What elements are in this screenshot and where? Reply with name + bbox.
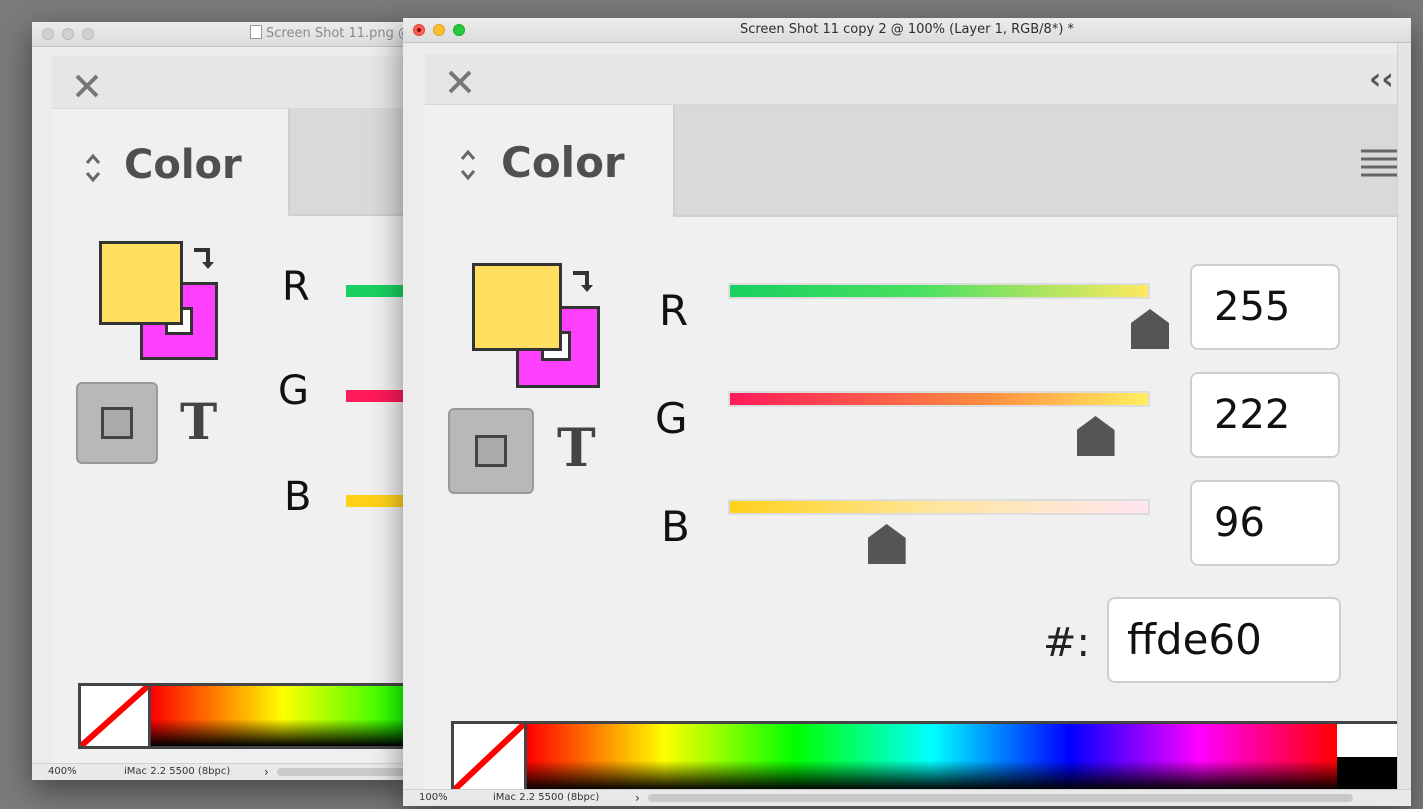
slider-track-g[interactable] (728, 391, 1150, 407)
slider-track-r[interactable] (728, 283, 1150, 299)
front-document-window: Screen Shot 11 copy 2 @ 100% (Layer 1, R… (403, 18, 1411, 806)
front-status-arrow[interactable]: › (635, 790, 640, 806)
spectrum-gradient[interactable] (151, 686, 412, 746)
back-fill-swatch[interactable] (99, 241, 183, 325)
slider-track-b[interactable] (728, 499, 1150, 515)
hex-value: ffde60 (1127, 615, 1262, 664)
back-zoom-readout[interactable]: 400% (48, 764, 77, 780)
spectrum-gradient[interactable] (527, 724, 1337, 790)
back-horizontal-scrollbar[interactable] (277, 768, 407, 776)
back-zoom-dot[interactable] (82, 28, 94, 40)
hex-label: #: (1043, 620, 1090, 666)
front-spectrum-bar[interactable] (451, 721, 1397, 790)
back-tab-color[interactable]: Color (52, 109, 290, 216)
back-label-r: R (282, 264, 310, 310)
back-title-bar[interactable]: Screen Shot 11.png @ (32, 22, 412, 47)
white-black-swatch[interactable] (1337, 724, 1397, 790)
label-b: B (661, 502, 690, 551)
front-window-title: Screen Shot 11 copy 2 @ 100% (Layer 1, R… (739, 22, 1075, 37)
back-text-toggle[interactable]: T (180, 392, 217, 451)
back-document-window: Screen Shot 11.png @ Color T R G B 400% … (32, 22, 412, 780)
slider-thumb-r[interactable] (1131, 309, 1169, 349)
front-horizontal-scrollbar[interactable] (648, 794, 1353, 802)
swap-colors-icon[interactable] (569, 265, 595, 293)
slider-thumb-g[interactable] (1076, 416, 1115, 456)
value-r: 255 (1214, 284, 1291, 330)
back-color-panel: Color T R G B (52, 56, 412, 764)
slider-thumb-b[interactable] (867, 524, 906, 564)
front-tab-label: Color (501, 138, 625, 187)
value-field-r[interactable]: 255 (1190, 264, 1340, 350)
chevron-updown-icon (85, 153, 101, 183)
object-swatch-icon (475, 435, 507, 467)
object-swatch-icon (101, 407, 133, 439)
front-status-bar: 100% iMac 2.2 5500 (8bpc) › (403, 789, 1411, 806)
front-text-toggle[interactable]: T (557, 418, 596, 479)
hex-field[interactable]: ffde60 (1107, 597, 1341, 683)
swap-colors-icon[interactable] (190, 242, 216, 270)
back-spectrum-bar[interactable] (78, 683, 412, 749)
front-zoom-readout[interactable]: 100% (419, 790, 448, 806)
back-traffic-lights (42, 28, 94, 40)
front-vertical-scrollbar[interactable] (1397, 43, 1411, 790)
front-fill-swatch[interactable] (472, 263, 562, 351)
front-minimize-dot[interactable] (433, 24, 445, 36)
front-title-bar[interactable]: Screen Shot 11 copy 2 @ 100% (Layer 1, R… (403, 18, 1411, 43)
front-close-dot[interactable] (413, 24, 425, 36)
value-field-b[interactable]: 96 (1190, 480, 1340, 566)
front-traffic-lights (413, 24, 465, 36)
back-label-b: B (284, 474, 312, 520)
front-color-panel: ‹‹ Color T R G B 255 222 96 #: ffde60 (425, 54, 1397, 790)
back-window-title: Screen Shot 11.png @ (250, 22, 411, 46)
back-label-g: G (278, 368, 309, 414)
value-field-g[interactable]: 222 (1190, 372, 1340, 458)
front-zoom-dot[interactable] (453, 24, 465, 36)
front-fill-stroke-toggle[interactable] (448, 408, 534, 494)
back-status-arrow[interactable]: › (264, 764, 269, 780)
none-swatch[interactable] (454, 724, 527, 790)
back-panel-header (52, 56, 412, 109)
back-close-dot[interactable] (42, 28, 54, 40)
back-fill-stroke-toggle[interactable] (76, 382, 158, 464)
collapse-panel-icon[interactable]: ‹‹ (1369, 62, 1394, 97)
close-icon[interactable] (74, 73, 100, 99)
value-b: 96 (1214, 500, 1265, 546)
front-tab-color[interactable]: Color (425, 105, 675, 217)
back-tab-row: Color (52, 109, 412, 216)
back-tab-label: Color (124, 142, 242, 188)
label-r: R (659, 286, 689, 335)
front-profile-readout: iMac 2.2 5500 (8bpc) (493, 792, 600, 803)
back-profile-readout: iMac 2.2 5500 (8bpc) (124, 766, 231, 777)
back-status-bar: 400% iMac 2.2 5500 (8bpc) › (32, 763, 412, 780)
none-swatch[interactable] (81, 686, 151, 746)
label-g: G (655, 394, 688, 443)
value-g: 222 (1214, 392, 1291, 438)
panel-menu-icon[interactable] (1361, 147, 1397, 181)
close-icon[interactable] (447, 69, 473, 95)
back-minimize-dot[interactable] (62, 28, 74, 40)
back-window-title-text: Screen Shot 11.png @ (266, 26, 412, 41)
front-tab-row: Color (425, 105, 1397, 217)
chevron-updown-icon (460, 149, 476, 181)
document-icon (250, 25, 262, 39)
front-panel-header: ‹‹ (425, 54, 1397, 105)
